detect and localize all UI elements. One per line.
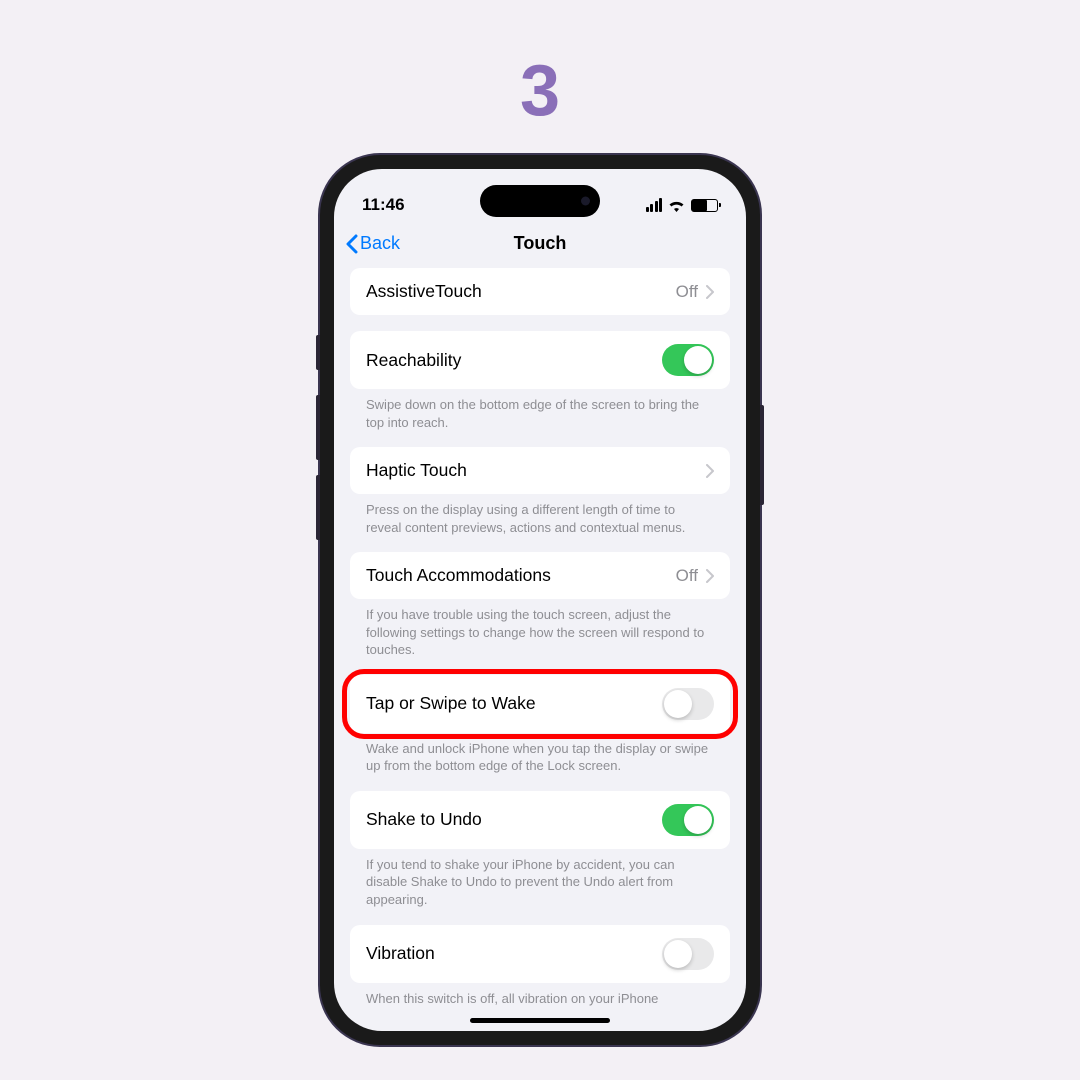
nav-bar: Back Touch [334, 223, 746, 268]
chevron-right-icon [706, 464, 714, 478]
touch-accommodations-value: Off [676, 566, 698, 586]
phone-screen: 11:46 Back Touch AssistiveTouch Off [334, 169, 746, 1031]
assistive-touch-label: AssistiveTouch [366, 281, 482, 302]
home-indicator[interactable] [470, 1018, 610, 1023]
reachability-footer: Swipe down on the bottom edge of the scr… [350, 389, 730, 431]
reachability-label: Reachability [366, 350, 461, 371]
touch-accommodations-label: Touch Accommodations [366, 565, 551, 586]
status-icons [646, 198, 719, 212]
phone-volume-up [316, 395, 320, 460]
shake-undo-toggle[interactable] [662, 804, 714, 836]
phone-power-button [760, 405, 764, 505]
tap-swipe-wake-label: Tap or Swipe to Wake [366, 693, 536, 714]
assistive-touch-row[interactable]: AssistiveTouch Off [350, 268, 730, 315]
back-label: Back [360, 233, 400, 254]
touch-accommodations-row[interactable]: Touch Accommodations Off [350, 552, 730, 599]
vibration-toggle[interactable] [662, 938, 714, 970]
assistive-touch-value: Off [676, 282, 698, 302]
wifi-icon [668, 199, 685, 212]
dynamic-island [480, 185, 600, 217]
cellular-signal-icon [646, 198, 663, 212]
chevron-right-icon [706, 569, 714, 583]
back-button[interactable]: Back [346, 233, 400, 254]
settings-content: AssistiveTouch Off Reachability Swipe do… [334, 268, 746, 1030]
tap-swipe-wake-row[interactable]: Tap or Swipe to Wake [350, 675, 730, 733]
touch-accommodations-footer: If you have trouble using the touch scre… [350, 599, 730, 659]
vibration-row[interactable]: Vibration [350, 925, 730, 983]
status-time: 11:46 [362, 195, 405, 215]
shake-undo-label: Shake to Undo [366, 809, 482, 830]
shake-undo-footer: If you tend to shake your iPhone by acci… [350, 849, 730, 909]
haptic-touch-row[interactable]: Haptic Touch [350, 447, 730, 494]
chevron-right-icon [706, 285, 714, 299]
reachability-toggle[interactable] [662, 344, 714, 376]
shake-undo-row[interactable]: Shake to Undo [350, 791, 730, 849]
phone-silent-switch [316, 335, 320, 370]
reachability-row[interactable]: Reachability [350, 331, 730, 389]
step-number: 3 [520, 50, 560, 132]
vibration-footer: When this switch is off, all vibration o… [350, 983, 730, 1008]
tap-swipe-wake-footer: Wake and unlock iPhone when you tap the … [350, 733, 730, 775]
phone-frame: 11:46 Back Touch AssistiveTouch Off [320, 155, 760, 1045]
battery-icon [691, 199, 718, 212]
vibration-label: Vibration [366, 943, 435, 964]
nav-title: Touch [514, 233, 567, 254]
tap-swipe-wake-toggle[interactable] [662, 688, 714, 720]
phone-volume-down [316, 475, 320, 540]
haptic-touch-footer: Press on the display using a different l… [350, 494, 730, 536]
chevron-left-icon [346, 234, 358, 254]
haptic-touch-label: Haptic Touch [366, 460, 467, 481]
